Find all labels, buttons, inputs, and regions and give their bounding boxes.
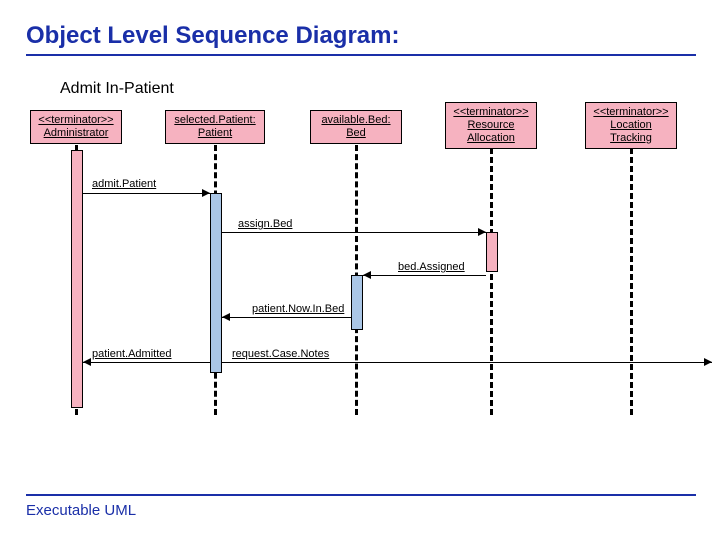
title-underline — [26, 54, 696, 56]
page-title: Object Level Sequence Diagram: — [26, 22, 399, 50]
arrow-icon — [478, 228, 486, 236]
footer-line — [26, 494, 696, 496]
msg-line — [222, 317, 351, 319]
activation-resource — [486, 232, 498, 272]
usecase-label: Admit In-Patient — [60, 80, 174, 98]
actor-stereotype: <<terminator>> — [38, 114, 113, 126]
msg-line — [83, 193, 210, 195]
activation-patient — [210, 193, 222, 373]
actor-stereotype: <<terminator>> — [593, 106, 668, 118]
lifeline-bed: available.Bed: Bed — [310, 110, 402, 144]
msg-line — [83, 362, 210, 364]
arrow-icon — [363, 271, 371, 279]
msg-admit-patient: admit.Patient — [92, 178, 156, 190]
activation-admin — [71, 150, 83, 408]
actor-class: Patient — [198, 127, 232, 139]
lifeline-administrator: <<terminator>> Administrator — [30, 110, 122, 144]
msg-bed-assigned: bed.Assigned — [398, 261, 465, 273]
actor-stereotype: <<terminator>> — [453, 106, 528, 118]
lifeline-location-tracking: <<terminator>> Location Tracking — [585, 102, 677, 149]
msg-patient-now-in-bed: patient.Now.In.Bed — [252, 303, 344, 315]
actor-name2: Allocation — [467, 132, 515, 144]
msg-assign-bed: assign.Bed — [238, 218, 292, 230]
msg-line — [222, 232, 486, 234]
footer-text: Executable UML — [26, 502, 136, 519]
arrow-icon — [202, 189, 210, 197]
msg-patient-admitted: patient.Admitted — [92, 348, 172, 360]
actor-name: available.Bed: — [321, 114, 390, 126]
actor-name: Administrator — [44, 127, 109, 139]
actor-name: Location — [610, 119, 652, 131]
arrow-icon — [704, 358, 712, 366]
msg-line — [222, 362, 712, 364]
actor-name2: Tracking — [610, 132, 652, 144]
lifeline-resource-allocation: <<terminator>> Resource Allocation — [445, 102, 537, 149]
activation-bed — [351, 275, 363, 330]
actor-name: Resource — [467, 119, 514, 131]
lifeline-dash — [490, 148, 493, 415]
lifeline-patient: selected.Patient: Patient — [165, 110, 265, 144]
msg-line — [363, 275, 486, 277]
msg-request-case-notes: request.Case.Notes — [232, 348, 329, 360]
actor-name: selected.Patient: — [174, 114, 255, 126]
lifeline-dash — [630, 148, 633, 415]
arrow-icon — [222, 313, 230, 321]
arrow-icon — [83, 358, 91, 366]
actor-class: Bed — [346, 127, 366, 139]
